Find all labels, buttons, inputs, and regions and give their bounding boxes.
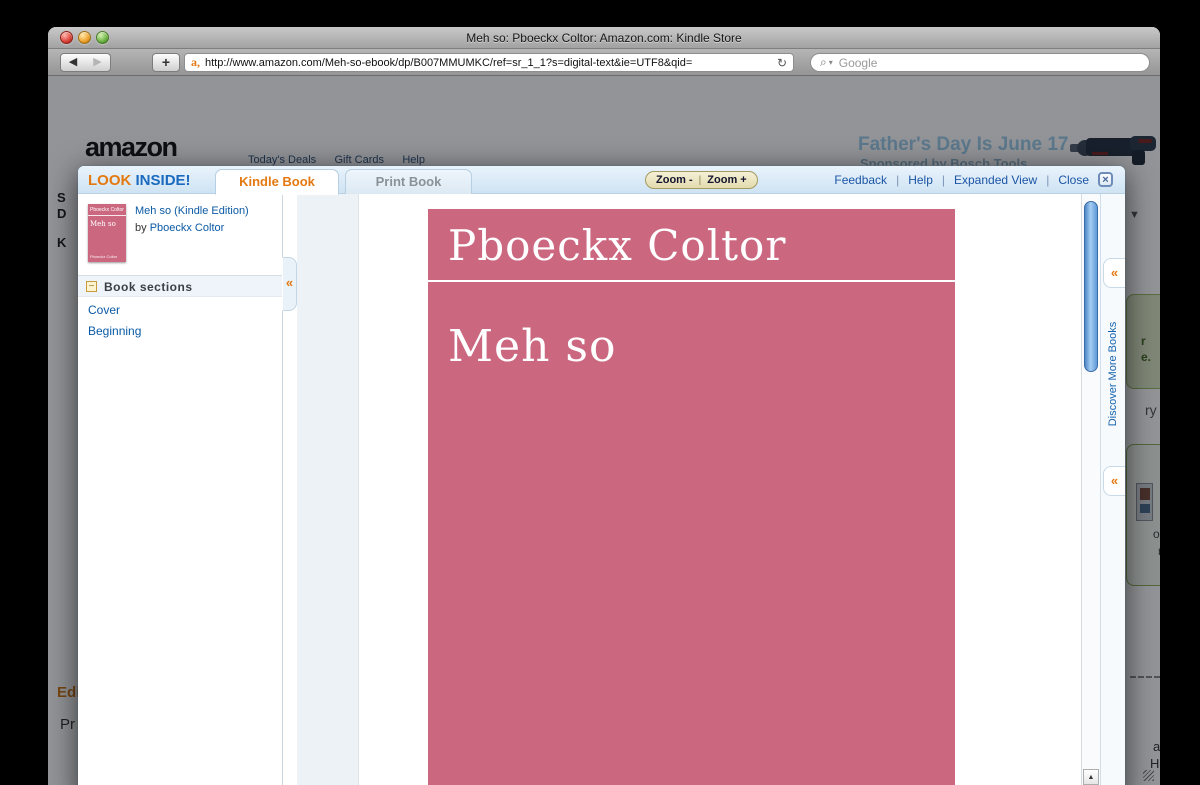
link-separator: | <box>1046 172 1050 187</box>
zoom-out-button[interactable]: Zoom - <box>656 174 693 186</box>
new-tab-button[interactable]: + <box>152 53 180 72</box>
forward-icon: ▶ <box>93 56 102 68</box>
book-sections-label: Book sections <box>104 280 193 294</box>
look-label: LOOK <box>88 172 132 189</box>
look-inside-logo: LOOK INSIDE! <box>88 172 191 189</box>
reader-body: Pboeckx Coltor Meh so Pboeckx Coltor Meh… <box>78 194 1125 785</box>
reader-sidebar: Pboeckx Coltor Meh so Pboeckx Coltor Meh… <box>78 194 283 785</box>
plus-icon: + <box>161 54 171 70</box>
close-icon[interactable]: × <box>1098 172 1113 187</box>
close-link[interactable]: Close <box>1058 173 1089 187</box>
zoom-controls: Zoom - | Zoom + <box>645 171 758 189</box>
link-separator: | <box>896 172 900 187</box>
cover-divider-line <box>428 280 955 282</box>
tab-print-book[interactable]: Print Book <box>345 169 472 195</box>
zoom-in-button[interactable]: Zoom + <box>707 174 746 186</box>
right-collapse-tab-bottom[interactable]: « <box>1103 466 1125 496</box>
reader-gutter <box>297 194 359 785</box>
right-collapse-tab-top[interactable]: « <box>1103 258 1125 288</box>
thumb-footer: Pboeckx Coltor <box>90 254 118 259</box>
back-icon: ◀ <box>68 56 78 68</box>
reader-header-links: Feedback | Help | Expanded View | Close … <box>834 172 1113 187</box>
link-separator: | <box>941 172 945 187</box>
scroll-up-icon: ▲ <box>1087 774 1095 781</box>
thumb-title: Meh so <box>90 220 116 228</box>
cover-title-text: Meh so <box>448 321 617 372</box>
search-icon: ⌕ <box>820 55 827 69</box>
address-bar[interactable]: a, http://www.amazon.com/Meh-so-ebook/dp… <box>184 53 794 72</box>
author-link[interactable]: Pboeckx Coltor <box>150 222 225 234</box>
by-label: by <box>135 222 150 234</box>
browser-toolbar: ◀ ▶ + a, http://www.amazon.com/Meh-so-eb… <box>48 49 1160 76</box>
thumb-author: Pboeckx Coltor <box>88 204 126 216</box>
search-dropdown-icon[interactable]: ▾ <box>829 58 833 67</box>
reader-scrollbar[interactable]: ▲ ▼ <box>1081 194 1100 785</box>
byline: by Pboeckx Coltor <box>135 222 224 234</box>
look-inside-reader: LOOK INSIDE! Kindle Book Print Book Zoom… <box>78 166 1125 785</box>
book-page-area: Pboeckx Coltor Meh so <box>359 194 1081 785</box>
discover-strip: « Discover More Books « <box>1100 194 1125 785</box>
sidebar-item-cover[interactable]: Cover <box>88 303 120 317</box>
zoom-separator: | <box>698 174 702 186</box>
book-sections-header: − Book sections <box>78 275 282 297</box>
chevron-left-icon: « <box>1110 473 1119 488</box>
book-cover-image: Pboeckx Coltor Meh so <box>428 209 955 785</box>
cover-author-text: Pboeckx Coltor <box>448 221 787 270</box>
chevron-left-icon: « <box>1110 265 1119 280</box>
url-text[interactable]: http://www.amazon.com/Meh-so-ebook/dp/B0… <box>205 57 771 69</box>
sidebar-item-beginning[interactable]: Beginning <box>88 324 141 338</box>
book-title-link[interactable]: Meh so (Kindle Edition) <box>135 205 280 217</box>
browser-window: Meh so: Pboeckx Coltor: Amazon.com: Kind… <box>48 27 1160 785</box>
discover-more-books-link[interactable]: Discover More Books <box>1103 299 1123 449</box>
book-cover-thumbnail: Pboeckx Coltor Meh so Pboeckx Coltor <box>88 204 126 262</box>
page-viewport: amazon Today's Deals Gift Cards Help Fat… <box>48 76 1160 785</box>
window-titlebar[interactable]: Meh so: Pboeckx Coltor: Amazon.com: Kind… <box>48 27 1160 49</box>
sidebar-collapse-tab[interactable]: « <box>282 257 297 311</box>
feedback-link[interactable]: Feedback <box>834 173 887 187</box>
back-button[interactable]: ◀ <box>60 53 86 72</box>
reload-icon[interactable]: ↻ <box>777 56 787 70</box>
chevron-left-icon: « <box>285 275 294 290</box>
expanded-view-link[interactable]: Expanded View <box>954 173 1037 187</box>
reader-header: LOOK INSIDE! Kindle Book Print Book Zoom… <box>78 166 1125 195</box>
search-placeholder: Google <box>838 55 878 70</box>
tab-kindle-book[interactable]: Kindle Book <box>215 169 339 195</box>
help-link[interactable]: Help <box>908 173 933 187</box>
forward-button[interactable]: ▶ <box>85 53 111 72</box>
amazon-favicon-icon: a, <box>191 55 200 69</box>
search-field[interactable]: ⌕ ▾ Google <box>810 53 1150 72</box>
collapse-minus-icon[interactable]: − <box>86 281 97 292</box>
inside-label: INSIDE! <box>135 172 191 189</box>
window-title: Meh so: Pboeckx Coltor: Amazon.com: Kind… <box>466 31 742 45</box>
scroll-up-button[interactable]: ▲ <box>1083 769 1099 785</box>
scrollbar-thumb[interactable] <box>1084 201 1098 372</box>
